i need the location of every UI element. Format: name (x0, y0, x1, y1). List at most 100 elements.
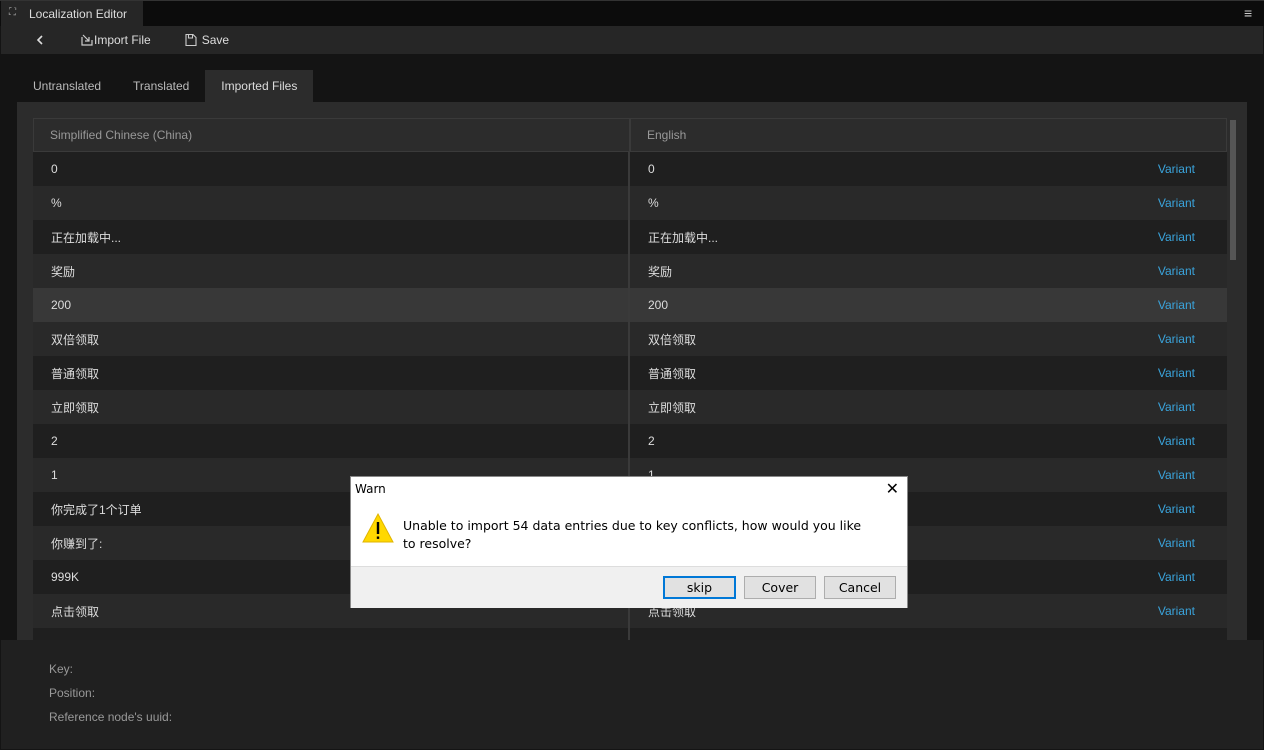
source-cell: 2 (33, 424, 630, 458)
variant-link[interactable]: Variant (1158, 298, 1195, 312)
source-cell: 奖励 (33, 254, 630, 288)
save-icon (185, 33, 197, 47)
tab-translated[interactable]: Translated (117, 70, 205, 102)
close-icon[interactable]: ✕ (886, 479, 899, 498)
source-cell: 200 (33, 288, 630, 322)
import-file-button[interactable]: Import File (80, 33, 151, 47)
variant-link[interactable]: Variant (1158, 604, 1195, 618)
variant-link[interactable]: Variant (1158, 196, 1195, 210)
hamburger-icon[interactable]: ≡ (1244, 6, 1256, 20)
dialog-footer: skip Cover Cancel (351, 566, 907, 608)
target-text: 双倍领取 (648, 332, 697, 347)
source-cell: 普通领取 (33, 356, 630, 390)
table-row[interactable]: 普通领取 普通领取 Variant (33, 356, 1227, 390)
tab-untranslated[interactable]: Untranslated (17, 70, 117, 102)
source-text: 立即领取 (51, 400, 100, 415)
source-cell: 双倍领取 (33, 322, 630, 356)
table-row[interactable]: 200 200 Variant (33, 288, 1227, 322)
tab-bar: Untranslated Translated Imported Files (17, 70, 314, 102)
source-text: 200 (51, 298, 72, 312)
back-button[interactable] (35, 34, 45, 46)
source-text: 点击领取 (51, 604, 100, 619)
save-button[interactable]: Save (184, 33, 229, 47)
target-cell: 双倍领取 Variant (630, 322, 1227, 356)
tab-imported-files[interactable]: Imported Files (205, 70, 314, 102)
variant-link[interactable]: Variant (1158, 230, 1195, 244)
target-cell: 200 Variant (630, 288, 1227, 322)
table-row[interactable]: 双倍领取 双倍领取 Variant (33, 322, 1227, 356)
target-text: 200 (648, 298, 669, 312)
target-text: % (648, 196, 659, 210)
chevron-left-icon (36, 35, 43, 45)
variant-link[interactable]: Variant (1158, 570, 1195, 584)
target-text: 奖励 (648, 264, 673, 279)
table-row[interactable]: %% Variant (33, 186, 1227, 220)
window-tab[interactable]: ⛶ Localization Editor (1, 1, 143, 27)
source-cell: % (33, 186, 630, 220)
source-text: 你赚到了: (51, 536, 103, 551)
variant-link[interactable]: Variant (1158, 536, 1195, 550)
table-header: Simplified Chinese (China) English (33, 118, 1227, 152)
save-label: Save (201, 33, 230, 47)
source-cell: 正在加载中... (33, 220, 630, 254)
target-text: 普通领取 (648, 366, 697, 381)
target-cell: Variant (630, 628, 1227, 640)
table-row[interactable]: 奖励 奖励 Variant (33, 254, 1227, 288)
table-row[interactable]: 2 2 Variant (33, 424, 1227, 458)
source-text: 0 (51, 162, 58, 176)
dialog-title: Warn (355, 482, 386, 496)
source-cell (33, 628, 630, 640)
uuid-label: Reference node's uuid: (49, 710, 173, 724)
source-text: % (51, 196, 62, 210)
table-row[interactable]: 正在加载中... 正在加载中... Variant (33, 220, 1227, 254)
variant-link[interactable]: Variant (1158, 332, 1195, 346)
details-panel: Key: Position: Reference node's uuid: (1, 640, 1263, 749)
target-cell: 正在加载中... Variant (630, 220, 1227, 254)
import-icon (81, 34, 93, 46)
source-text: 1 (51, 468, 58, 482)
source-cell: 立即领取 (33, 390, 630, 424)
column-header-source: Simplified Chinese (China) (34, 119, 631, 151)
source-text: 奖励 (51, 264, 76, 279)
target-text: 0 (648, 162, 655, 176)
variant-link[interactable]: Variant (1158, 502, 1195, 516)
warning-icon (362, 512, 394, 543)
title-bar: ⛶ Localization Editor ≡ (0, 0, 1264, 27)
source-text: 普通领取 (51, 366, 100, 381)
source-text: 999K (51, 570, 80, 584)
variant-link[interactable]: Variant (1158, 400, 1195, 414)
target-cell: 2 Variant (630, 424, 1227, 458)
cancel-button[interactable]: Cancel (824, 576, 896, 599)
table-row[interactable]: 立即领取 立即领取 Variant (33, 390, 1227, 424)
variant-link[interactable]: Variant (1158, 162, 1195, 176)
dialog-message: Unable to import 54 data entries due to … (403, 518, 862, 551)
target-cell: % Variant (630, 186, 1227, 220)
target-cell: 奖励 Variant (630, 254, 1227, 288)
warn-dialog: Warn ✕ Unable to import 54 data entries … (350, 476, 908, 608)
import-file-label: Import File (94, 33, 151, 47)
cover-button[interactable]: Cover (744, 576, 816, 599)
source-text: 你完成了1个订单 (51, 502, 142, 517)
scrollbar[interactable] (1230, 120, 1236, 260)
toolbar: Import File Save (1, 26, 1263, 54)
target-text: 立即领取 (648, 400, 697, 415)
variant-link[interactable]: Variant (1158, 468, 1195, 482)
source-text: 双倍领取 (51, 332, 100, 347)
target-cell: 普通领取 Variant (630, 356, 1227, 390)
target-text: 2 (648, 434, 655, 448)
source-text: 正在加载中... (51, 230, 122, 245)
position-label: Position: (49, 686, 96, 700)
target-cell: 0 Variant (630, 152, 1227, 186)
variant-link[interactable]: Variant (1158, 434, 1195, 448)
variant-link[interactable]: Variant (1158, 264, 1195, 278)
column-header-target: English (647, 128, 687, 142)
source-text: 2 (51, 434, 58, 448)
variant-link[interactable]: Variant (1158, 366, 1195, 380)
target-text: 正在加载中... (648, 230, 719, 245)
table-row[interactable]: Variant (33, 628, 1227, 640)
source-cell: 0 (33, 152, 630, 186)
key-label: Key: (49, 662, 74, 676)
skip-button[interactable]: skip (663, 576, 736, 599)
table-row[interactable]: 0 0 Variant (33, 152, 1227, 186)
target-cell: 立即领取 Variant (630, 390, 1227, 424)
